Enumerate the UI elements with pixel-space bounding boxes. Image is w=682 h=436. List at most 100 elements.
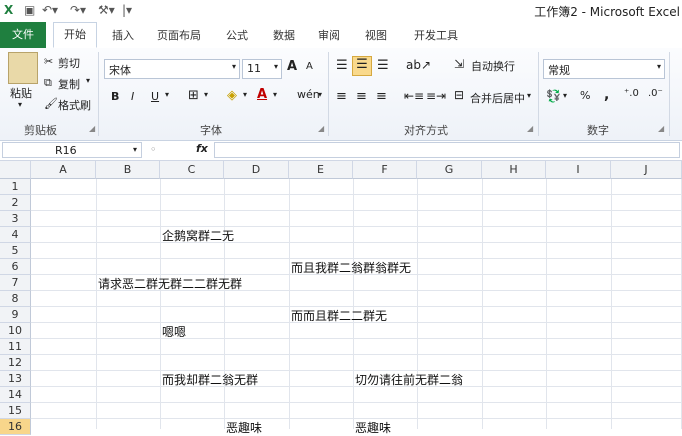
tab-data[interactable]: 数据 xyxy=(273,27,295,43)
tab-review[interactable]: 审阅 xyxy=(318,27,340,43)
tab-developer[interactable]: 开发工具 xyxy=(414,27,458,43)
copy-icon[interactable]: ⧉ xyxy=(44,76,52,90)
column-header-a[interactable]: A xyxy=(31,161,96,179)
cell-f13[interactable]: 切勿请往前无群二翁 xyxy=(355,372,463,388)
row-header[interactable]: 11 xyxy=(0,339,31,355)
font-name-select[interactable]: 宋体 ▾ xyxy=(104,59,240,79)
increase-indent-icon[interactable]: ≡⇥ xyxy=(426,89,446,103)
phonetic-dropdown-icon[interactable]: ▾ xyxy=(318,90,322,99)
fill-color-dropdown-icon[interactable]: ▾ xyxy=(243,90,247,99)
align-bottom-icon[interactable]: ☰ xyxy=(377,58,389,73)
cell-b7[interactable]: 请求恶二群无群二二群无群 xyxy=(98,276,242,292)
merge-center-icon[interactable]: ⊟ xyxy=(454,88,464,102)
column-header-d[interactable]: D xyxy=(224,161,289,179)
select-all-button[interactable] xyxy=(0,161,31,179)
row-header[interactable]: 7 xyxy=(0,275,31,291)
wrap-text-button[interactable]: 自动换行 xyxy=(471,58,515,74)
copy-button[interactable]: 复制 xyxy=(58,76,80,92)
insert-function-button[interactable]: fx xyxy=(196,142,208,155)
decrease-decimal-icon[interactable]: .0⁻ xyxy=(648,88,663,99)
increase-decimal-icon[interactable]: ⁺.0 xyxy=(624,88,639,99)
spreadsheet-grid[interactable]: A B C D E F G H I J 1 2 3 4 5 6 7 8 9 10… xyxy=(0,161,682,435)
column-header-f[interactable]: F xyxy=(353,161,417,179)
align-right-icon[interactable]: ≡ xyxy=(376,89,387,104)
alignment-launcher-icon[interactable]: ◢ xyxy=(527,124,533,133)
orientation-icon[interactable]: ab↗ xyxy=(406,58,431,72)
paste-icon[interactable] xyxy=(8,52,38,84)
column-header-i[interactable]: I xyxy=(546,161,611,179)
fill-color-icon[interactable]: ◈ xyxy=(227,88,237,103)
accounting-dropdown-icon[interactable]: ▾ xyxy=(563,91,567,100)
accounting-format-icon[interactable]: 💱 xyxy=(546,89,561,103)
comma-button[interactable]: , xyxy=(604,87,609,103)
row-header-selected[interactable]: 16 xyxy=(0,419,31,435)
cell-e6[interactable]: 而且我群二翁群翁群无 xyxy=(291,260,411,276)
tab-insert[interactable]: 插入 xyxy=(112,27,134,43)
row-header[interactable]: 8 xyxy=(0,291,31,307)
number-launcher-icon[interactable]: ◢ xyxy=(658,124,664,133)
tab-formulas[interactable]: 公式 xyxy=(226,27,248,43)
row-header[interactable]: 1 xyxy=(0,179,31,195)
clipboard-launcher-icon[interactable]: ◢ xyxy=(89,124,95,133)
underline-button[interactable]: U xyxy=(151,90,159,103)
font-color-icon[interactable]: A xyxy=(257,87,267,102)
formula-input[interactable] xyxy=(214,142,680,158)
cell-e9[interactable]: 而而且群二二群无 xyxy=(291,308,387,324)
column-header-h[interactable]: H xyxy=(482,161,546,179)
row-header[interactable]: 13 xyxy=(0,371,31,387)
grow-font-button[interactable]: A xyxy=(287,59,297,74)
save-icon[interactable]: ▣ xyxy=(24,3,35,17)
undo-icon[interactable]: ↶▾ xyxy=(42,3,58,17)
formula-bar-resize-icon[interactable]: ◦ xyxy=(150,143,157,156)
merge-dropdown-icon[interactable]: ▾ xyxy=(527,91,531,100)
align-center-icon[interactable]: ≡ xyxy=(356,89,367,104)
column-header-g[interactable]: G xyxy=(417,161,482,179)
row-header[interactable]: 14 xyxy=(0,387,31,403)
font-size-select[interactable]: 11 ▾ xyxy=(242,59,282,79)
cell-d16[interactable]: 恶趣味 xyxy=(226,420,262,436)
redo-icon[interactable]: ↷▾ xyxy=(70,3,86,17)
row-header[interactable]: 9 xyxy=(0,307,31,323)
row-header[interactable]: 15 xyxy=(0,403,31,419)
copy-dropdown-icon[interactable]: ▾ xyxy=(86,76,90,85)
font-color-dropdown-icon[interactable]: ▾ xyxy=(273,90,277,99)
tab-view[interactable]: 视图 xyxy=(365,27,387,43)
decrease-indent-icon[interactable]: ⇤≡ xyxy=(404,89,424,103)
number-format-select[interactable]: 常规 ▾ xyxy=(543,59,665,79)
cell-f16[interactable]: 恶趣味 xyxy=(355,420,391,436)
column-header-c[interactable]: C xyxy=(160,161,224,179)
row-header[interactable]: 12 xyxy=(0,355,31,371)
bold-button[interactable]: B xyxy=(111,90,119,103)
row-header[interactable]: 3 xyxy=(0,211,31,227)
tab-file[interactable]: 文件 xyxy=(0,22,46,48)
cut-button[interactable]: 剪切 xyxy=(58,55,80,71)
paste-button[interactable]: 粘贴 xyxy=(10,85,32,101)
column-header-b[interactable]: B xyxy=(96,161,160,179)
border-dropdown-icon[interactable]: ▾ xyxy=(204,90,208,99)
qat-more-icon[interactable]: |▾ xyxy=(122,3,132,17)
italic-button[interactable]: I xyxy=(131,90,134,103)
wrap-text-icon[interactable]: ⇲ xyxy=(454,57,464,71)
phonetic-guide-button[interactable]: wén xyxy=(297,88,320,101)
paste-dropdown-icon[interactable]: ▾ xyxy=(18,100,22,109)
align-middle-icon[interactable]: ☰ xyxy=(352,56,372,76)
row-header[interactable]: 4 xyxy=(0,227,31,243)
cell-c4[interactable]: 企鹅窝群二无 xyxy=(162,228,234,244)
merge-center-button[interactable]: 合并后居中 xyxy=(470,90,525,106)
row-header[interactable]: 2 xyxy=(0,195,31,211)
format-painter-icon[interactable]: 🖌 xyxy=(44,97,58,110)
tab-home[interactable]: 开始 xyxy=(53,22,97,48)
border-icon[interactable]: ⊞ xyxy=(188,88,199,103)
column-header-j[interactable]: J xyxy=(611,161,682,179)
row-header[interactable]: 10 xyxy=(0,323,31,339)
name-box[interactable]: R16 ▾ xyxy=(2,142,142,158)
shrink-font-button[interactable]: A xyxy=(306,61,313,72)
align-top-icon[interactable]: ☰ xyxy=(336,58,348,73)
percent-button[interactable]: % xyxy=(580,89,590,102)
align-left-icon[interactable]: ≡ xyxy=(336,89,347,104)
cell-c10[interactable]: 嗯嗯 xyxy=(162,324,186,340)
row-header[interactable]: 6 xyxy=(0,259,31,275)
customize-qat-icon[interactable]: ⚒▾ xyxy=(98,3,115,17)
row-header[interactable]: 5 xyxy=(0,243,31,259)
underline-dropdown-icon[interactable]: ▾ xyxy=(165,90,169,99)
